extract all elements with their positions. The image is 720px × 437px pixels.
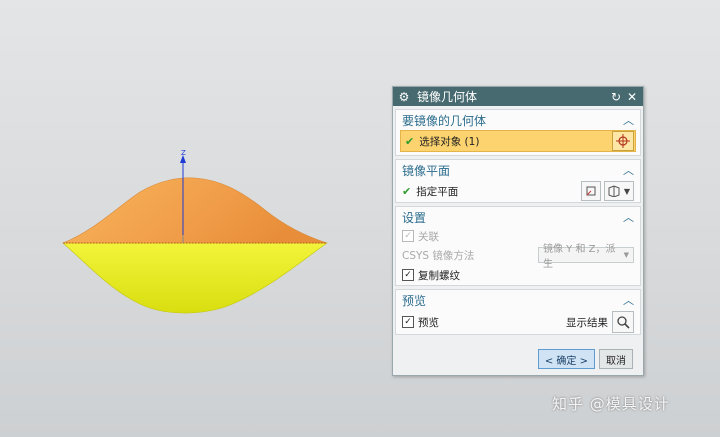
csys-method-value: 镜像 Y 和 Z，派生 [543, 244, 616, 270]
crosshair-select-button[interactable] [612, 131, 634, 151]
magnifier-icon [617, 316, 630, 329]
chevron-up-icon[interactable]: ︿ [623, 209, 634, 225]
csys-label: CSYS 镜像方法 [402, 249, 475, 262]
associative-label: 关联 [418, 230, 439, 243]
reset-icon[interactable]: ↻ [609, 90, 623, 104]
specify-plane-label: 指定平面 [416, 185, 459, 198]
show-result-button[interactable] [612, 311, 634, 333]
group-plane-header[interactable]: 镜像平面 ︿ [396, 160, 640, 180]
group-geometry: 要镜像的几何体 ︿ ✔ 选择对象 (1) [395, 109, 641, 156]
specify-plane-row[interactable]: ✔ 指定平面 ▼ [396, 180, 640, 202]
check-icon: ✔ [402, 184, 412, 198]
csys-row: CSYS 镜像方法 镜像 Y 和 Z，派生 ▼ [396, 244, 640, 270]
group-settings-title: 设置 [402, 210, 427, 225]
ok-button[interactable]: < 确定 > [537, 349, 595, 369]
preview-row: ✓ 预览 显示结果 [396, 310, 640, 334]
source-surface[interactable] [62, 177, 328, 244]
chevron-up-icon[interactable]: ︿ [623, 112, 634, 128]
csys-method-select: 镜像 Y 和 Z，派生 ▼ [538, 244, 634, 270]
chevron-down-icon: ▼ [623, 186, 631, 196]
preview-label: 预览 [418, 316, 439, 329]
inferred-plane-dropdown[interactable]: ▼ [604, 181, 634, 201]
group-preview-header[interactable]: 预览 ︿ [396, 290, 640, 310]
chevron-up-icon[interactable]: ︿ [623, 162, 634, 178]
mirrored-surface[interactable] [62, 242, 328, 314]
chevron-up-icon[interactable]: ︿ [623, 292, 634, 308]
select-object-row[interactable]: ✔ 选择对象 (1) [400, 130, 636, 152]
dialog-titlebar[interactable]: ⚙ 镜像几何体 ↻ ✕ [393, 87, 643, 106]
group-geometry-header[interactable]: 要镜像的几何体 ︿ [396, 110, 640, 130]
chevron-down-icon: ▼ [623, 251, 629, 259]
plane-dialog-button[interactable] [581, 181, 601, 201]
group-preview: 预览 ︿ ✓ 预览 显示结果 [395, 289, 641, 335]
select-object-label: 选择对象 (1) [419, 135, 480, 148]
group-geometry-title: 要镜像的几何体 [402, 113, 487, 128]
preview-checkbox[interactable]: ✓ [402, 316, 414, 328]
group-plane-title: 镜像平面 [402, 163, 451, 178]
crosshair-icon [616, 134, 630, 148]
gear-icon[interactable]: ⚙ [397, 90, 411, 104]
associative-checkbox: ✓ [402, 230, 414, 242]
watermark: 知乎 @模具设计 [552, 395, 670, 413]
group-settings: 设置 ︿ ✓ 关联 CSYS 镜像方法 镜像 Y 和 Z，派生 ▼ ✓ 复制螺纹 [395, 206, 641, 286]
z-axis-label: Z [181, 149, 186, 157]
mirror-geometry-dialog: ⚙ 镜像几何体 ↻ ✕ 要镜像的几何体 ︿ ✔ 选择对象 (1) 镜像平面 ︿ [392, 86, 644, 376]
plane-icon [586, 186, 596, 196]
dialog-title: 镜像几何体 [417, 90, 478, 104]
check-icon: ✔ [405, 134, 415, 148]
close-icon[interactable]: ✕ [625, 90, 639, 104]
cancel-button[interactable]: 取消 [599, 349, 633, 369]
group-preview-title: 预览 [402, 293, 427, 308]
dialog-footer: < 确定 > 取消 [393, 349, 643, 369]
inferred-plane-icon [608, 185, 620, 197]
group-settings-header[interactable]: 设置 ︿ [396, 207, 640, 227]
copy-threads-checkbox[interactable]: ✓ [402, 269, 414, 281]
group-plane: 镜像平面 ︿ ✔ 指定平面 ▼ [395, 159, 641, 203]
copy-threads-label: 复制螺纹 [418, 269, 460, 282]
show-result-label: 显示结果 [566, 316, 608, 329]
